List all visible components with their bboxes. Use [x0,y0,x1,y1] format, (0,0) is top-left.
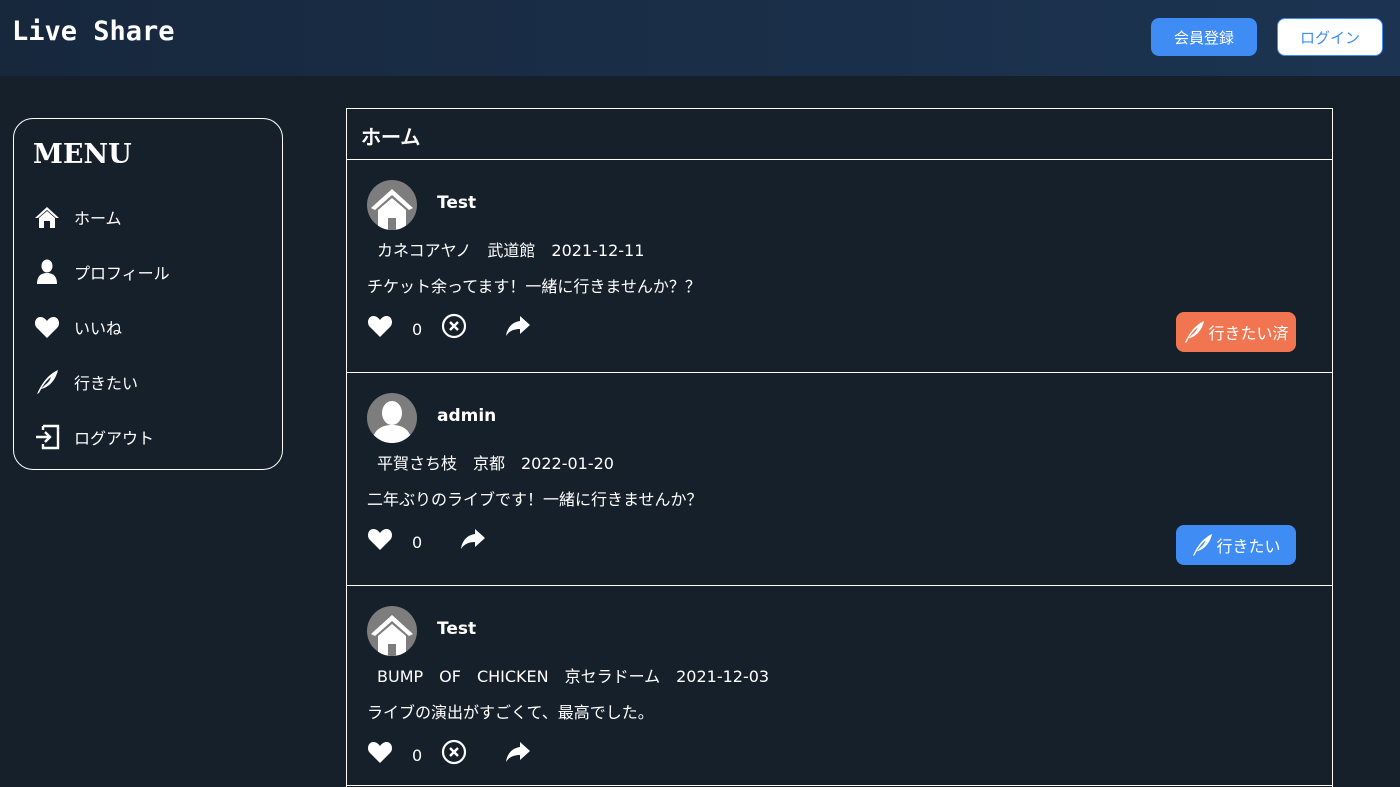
menu-label-logout: ログアウト [74,429,155,448]
post-item: admin 平賀さち枝 京都 2022-01-20 二年ぶりのライブです！一緒に… [347,373,1332,586]
feed-header: ホーム [347,109,1332,160]
heart-icon [33,313,61,341]
want-button[interactable]: 行きたい [1176,525,1296,565]
want-done-label: 行きたい済 [1208,324,1289,343]
post-actions: 0 [367,736,767,770]
delete-circle-x-icon[interactable] [441,736,467,768]
want-label: 行きたい [1216,537,1281,556]
feed-title: ホーム [361,125,421,149]
post-meta: カネコアヤノ 武道館 2021-12-11 [377,241,645,260]
menu-label-profile: プロフィール [74,264,170,283]
post-meta: BUMP OF CHICKEN 京セラドーム 2021-12-03 [377,667,770,686]
like-count: 0 [412,320,423,339]
share-arrow-icon[interactable] [505,310,531,342]
menu-item-profile[interactable]: プロフィール [33,255,263,289]
like-heart-icon[interactable] [367,523,393,555]
delete-circle-x-icon[interactable] [441,310,467,342]
post-meta: 平賀さち枝 京都 2022-01-20 [377,454,614,473]
post-actions: 0 [367,310,767,344]
top-header: Live Share 会員登録 ログイン [0,0,1400,76]
menu-item-likes[interactable]: いいね [33,310,263,344]
post-body: 二年ぶりのライブです！一緒に行きませんか？ [367,490,703,509]
want-done-button[interactable]: 行きたい済 [1176,312,1296,352]
login-button[interactable]: ログイン [1277,18,1383,56]
menu-item-home[interactable]: ホーム [33,200,263,234]
home-feed: ホーム Test カネコアヤノ 武道館 2021-12-11 チケット余ってます… [346,108,1333,787]
post-item: Test BUMP OF CHICKEN 京セラドーム 2021-12-03 ラ… [347,586,1332,786]
feather-icon [1183,320,1205,344]
like-heart-icon[interactable] [367,736,393,768]
post-username[interactable]: admin [437,406,496,426]
user-icon [33,258,61,286]
menu-item-logout[interactable]: ログアウト [33,420,263,454]
post-actions: 0 [367,523,767,557]
share-arrow-icon[interactable] [460,523,486,555]
post-body: ライブの演出がすごくて、最高でした。 [367,703,654,722]
menu-title: MENU [33,139,132,170]
side-menu: MENU ホーム プロフィール いいね 行きたい ログアウト [13,118,283,470]
feather-icon [33,368,61,396]
post-item: Test カネコアヤノ 武道館 2021-12-11 チケット余ってます！一緒に… [347,160,1332,373]
post-username[interactable]: Test [437,619,476,639]
like-count: 0 [412,533,423,552]
home-icon [33,203,61,231]
register-button[interactable]: 会員登録 [1151,18,1257,56]
share-arrow-icon[interactable] [505,736,531,768]
menu-label-home: ホーム [74,209,122,228]
post-username[interactable]: Test [437,193,476,213]
menu-label-likes: いいね [74,319,123,338]
post-body: チケット余ってます！一緒に行きませんか？？ [367,277,701,296]
logout-icon [33,423,61,451]
house-avatar[interactable] [367,606,417,656]
feather-icon [1191,533,1213,557]
house-avatar[interactable] [367,180,417,230]
app-logo[interactable]: Live Share [12,16,175,47]
menu-item-want[interactable]: 行きたい [33,365,263,399]
person-avatar[interactable] [367,393,417,443]
like-count: 0 [412,746,423,765]
menu-label-want: 行きたい [74,374,139,393]
like-heart-icon[interactable] [367,310,393,342]
